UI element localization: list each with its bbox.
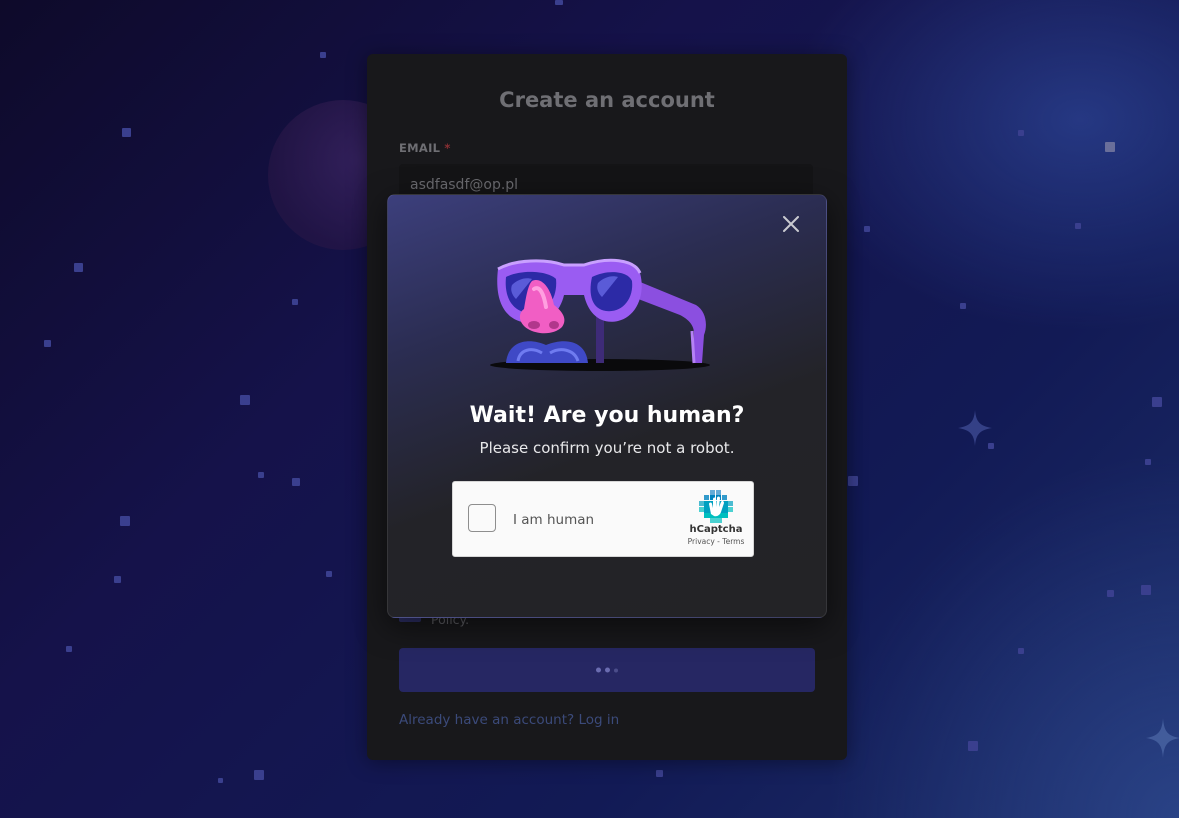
- close-icon: [783, 216, 799, 232]
- required-asterisk: *: [444, 141, 451, 155]
- email-label-text: EMAIL: [399, 141, 441, 155]
- captcha-brand: hCaptcha: [689, 524, 743, 535]
- register-title: Create an account: [499, 88, 715, 112]
- captcha-modal: Wait! Are you human? Please confirm you’…: [387, 194, 827, 618]
- hcaptcha-widget: I am human hCaptcha Privacy - Terms: [452, 481, 754, 557]
- modal-subtitle: Please confirm you’re not a robot.: [479, 439, 735, 457]
- modal-title: Wait! Are you human?: [469, 403, 745, 428]
- captcha-checkbox[interactable]: [468, 504, 496, 532]
- close-button[interactable]: [780, 213, 802, 235]
- email-label: EMAIL *: [399, 141, 451, 155]
- login-link[interactable]: Already have an account? Log in: [399, 712, 619, 728]
- captcha-label: I am human: [513, 512, 595, 528]
- loading-dots-icon: [596, 667, 618, 673]
- glasses-nose-disguise-icon: [490, 258, 710, 371]
- captcha-privacy-terms-links[interactable]: Privacy - Terms: [683, 537, 749, 546]
- continue-button[interactable]: [399, 648, 815, 692]
- hcaptcha-logo-icon: [699, 490, 733, 523]
